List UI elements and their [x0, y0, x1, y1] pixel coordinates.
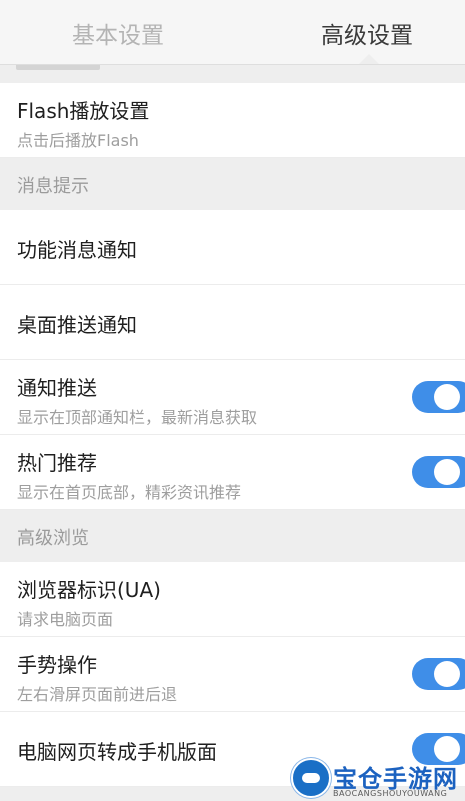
flash-setting-subtitle: 点击后播放Flash	[17, 131, 139, 150]
clipped-header-text	[16, 65, 100, 70]
mobile-view-title: 电脑网页转成手机版面	[17, 740, 217, 764]
hot-recommend-title: 热门推荐	[17, 451, 97, 475]
tab-advanced-settings[interactable]: 高级设置	[321, 16, 413, 50]
desktop-push-title: 桌面推送通知	[17, 313, 137, 337]
desktop-push-notify-setting[interactable]: 桌面推送通知	[0, 285, 465, 360]
ua-title: 浏览器标识(UA)	[17, 578, 161, 602]
feature-notify-title: 功能消息通知	[17, 238, 137, 262]
watermark-url: BAOCANGSHOUYOUWANG	[333, 789, 448, 798]
active-tab-indicator	[359, 54, 379, 64]
tab-basic-settings[interactable]: 基本设置	[72, 16, 164, 50]
hot-recommend-subtitle: 显示在首页底部，精彩资讯推荐	[17, 483, 242, 502]
gesture-title: 手势操作	[17, 653, 97, 677]
hot-recommend-setting: 热门推荐 显示在首页底部，精彩资讯推荐	[0, 435, 465, 510]
browser-ua-setting[interactable]: 浏览器标识(UA) 请求电脑页面	[0, 562, 465, 637]
notify-push-toggle[interactable]	[412, 381, 465, 413]
flash-setting-title: Flash播放设置	[17, 99, 150, 123]
section-header-notifications: 消息提示	[0, 158, 465, 210]
notify-push-title: 通知推送	[17, 376, 97, 400]
settings-tab-bar: 基本设置 高级设置	[0, 0, 465, 65]
toggle-knob	[434, 661, 460, 687]
feature-message-notify-setting[interactable]: 功能消息通知	[0, 210, 465, 285]
watermark-logo-icon	[291, 758, 331, 798]
gesture-toggle[interactable]	[412, 658, 465, 690]
ua-subtitle: 请求电脑页面	[17, 610, 114, 629]
section-title: 高级浏览	[17, 528, 89, 549]
toggle-knob	[434, 459, 460, 485]
notify-push-setting: 通知推送 显示在顶部通知栏，最新消息获取	[0, 360, 465, 435]
flash-playback-setting[interactable]: Flash播放设置 点击后播放Flash	[0, 83, 465, 158]
section-title: 消息提示	[17, 176, 89, 197]
gesture-setting: 手势操作 左右滑屏页面前进后退	[0, 637, 465, 712]
clipped-section-header	[0, 65, 465, 83]
toggle-knob	[434, 384, 460, 410]
site-watermark: 宝仓手游网 BAOCANGSHOUYOUWANG	[285, 758, 465, 801]
gesture-subtitle: 左右滑屏页面前进后退	[17, 685, 178, 704]
section-header-advanced-browsing: 高级浏览	[0, 510, 465, 562]
hot-recommend-toggle[interactable]	[412, 456, 465, 488]
notify-push-subtitle: 显示在顶部通知栏，最新消息获取	[17, 408, 258, 427]
